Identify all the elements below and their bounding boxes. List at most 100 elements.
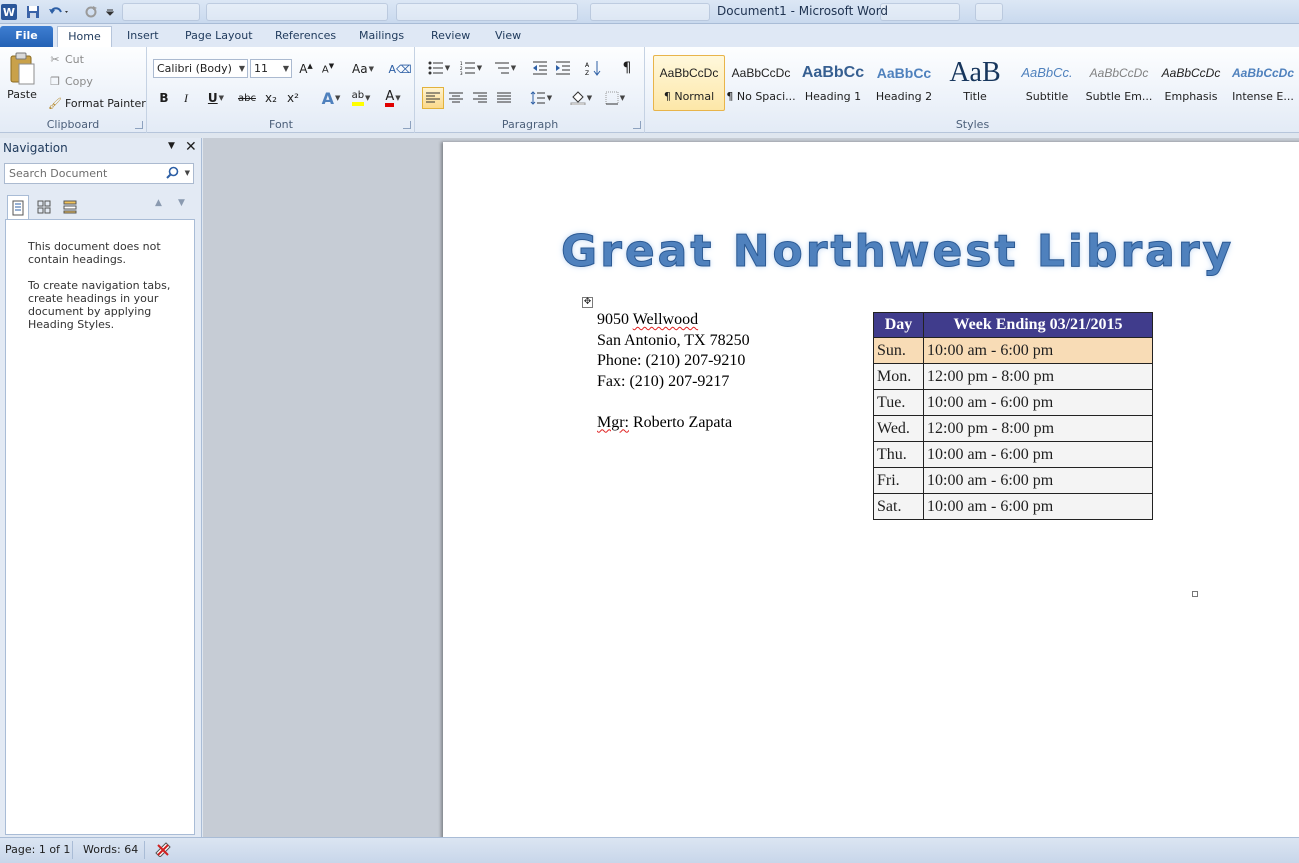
table-cell-hours[interactable]: 10:00 am - 6:00 pm — [923, 389, 1153, 416]
save-button[interactable] — [24, 3, 42, 21]
bullets-button[interactable]: ▼ — [424, 58, 454, 78]
table-header-week[interactable]: Week Ending 03/21/2015 — [923, 312, 1153, 338]
style-normal[interactable]: AaBbCcDc ¶ Normal — [653, 55, 725, 111]
align-right-button[interactable] — [470, 88, 490, 108]
style-intense-emphasis[interactable]: AaBbCcDc Intense E... — [1227, 55, 1299, 111]
word-app-icon[interactable]: W — [1, 4, 17, 20]
document-page[interactable]: Great Northwest Library ✥ 9050 Wellwood … — [443, 142, 1299, 842]
table-cell-day[interactable]: Mon. — [873, 363, 924, 390]
align-left-button[interactable] — [422, 87, 444, 109]
table-cell-day[interactable]: Sat. — [873, 493, 924, 520]
table-cell-day[interactable]: Tue. — [873, 389, 924, 416]
search-icon[interactable] — [166, 166, 179, 185]
tab-references[interactable]: References — [267, 26, 344, 47]
table-cell-hours[interactable]: 12:00 pm - 8:00 pm — [923, 415, 1153, 442]
table-cell-hours[interactable]: 10:00 am - 6:00 pm — [923, 441, 1153, 468]
grow-font-button[interactable]: A▲ — [296, 59, 316, 79]
table-cell-hours[interactable]: 10:00 am - 6:00 pm — [923, 337, 1153, 364]
align-center-button[interactable] — [446, 88, 466, 108]
table-resize-handle[interactable] — [1192, 591, 1198, 597]
page-count-status[interactable]: Page: 1 of 1 — [5, 843, 70, 856]
italic-button[interactable]: I — [176, 88, 196, 108]
browse-headings-tab[interactable] — [7, 195, 29, 219]
hours-table[interactable]: Day Week Ending 03/21/2015 Sun. 10:00 am… — [873, 312, 1153, 520]
table-cell-day[interactable]: Thu. — [873, 441, 924, 468]
previous-result-icon[interactable]: ▲ — [155, 198, 162, 208]
tab-home[interactable]: Home — [57, 26, 112, 47]
tab-mailings[interactable]: Mailings — [351, 26, 412, 47]
proofing-errors-icon[interactable] — [154, 841, 172, 860]
justify-button[interactable] — [494, 88, 514, 108]
clear-formatting-button[interactable]: A⌫ — [388, 59, 411, 79]
tab-file[interactable]: File — [0, 26, 53, 47]
shrink-font-button[interactable]: A▼ — [318, 59, 338, 79]
style-sample: AaBbCc. — [1021, 65, 1073, 80]
background-window-ghost — [122, 3, 200, 21]
borders-button[interactable]: ▼ — [600, 88, 630, 108]
search-options-dropdown-icon[interactable]: ▼ — [185, 164, 190, 183]
table-cell-day[interactable]: Wed. — [873, 415, 924, 442]
increase-indent-button[interactable] — [553, 58, 573, 78]
font-size-select[interactable]: 11 ▼ — [250, 59, 292, 78]
table-header-day[interactable]: Day — [873, 312, 924, 338]
paste-button[interactable]: Paste — [5, 52, 39, 101]
align-left-icon — [426, 92, 440, 103]
numbering-button[interactable]: 1 2 3 ▼ — [456, 58, 486, 78]
address-block[interactable]: 9050 Wellwood San Antonio, TX 78250 Phon… — [597, 310, 750, 433]
search-document-input[interactable]: Search Document ▼ — [4, 163, 194, 184]
line-spacing-button[interactable]: ▼ — [526, 88, 556, 108]
dialog-launcher-icon[interactable] — [633, 121, 641, 129]
word-count-status[interactable]: Words: 64 — [83, 843, 138, 856]
style-emphasis[interactable]: AaBbCcDc Emphasis — [1155, 55, 1227, 111]
underline-button[interactable]: U ▼ — [201, 88, 231, 108]
style-name: Heading 1 — [804, 90, 862, 103]
bold-button[interactable]: B — [154, 88, 174, 108]
cut-button[interactable]: ✂ Cut — [47, 53, 84, 66]
shading-button[interactable]: ▼ — [566, 88, 596, 108]
superscript-button[interactable]: x² — [283, 88, 303, 108]
document-title-wordart[interactable]: Great Northwest Library — [560, 226, 1234, 278]
copy-button[interactable]: ❐ Copy — [47, 75, 93, 88]
table-cell-hours[interactable]: 10:00 am - 6:00 pm — [923, 467, 1153, 494]
dialog-launcher-icon[interactable] — [135, 121, 143, 129]
multilevel-list-button[interactable]: ▼ — [490, 58, 520, 78]
redo-icon — [85, 6, 97, 18]
table-cell-hours[interactable]: 10:00 am - 6:00 pm — [923, 493, 1153, 520]
table-cell-day[interactable]: Sun. — [873, 337, 924, 364]
shrink-font-icon: A▼ — [321, 62, 335, 76]
style-heading-1[interactable]: AaBbCc Heading 1 — [797, 55, 869, 111]
style-subtitle[interactable]: AaBbCc. Subtitle — [1011, 55, 1083, 111]
close-icon[interactable]: ✕ — [185, 139, 197, 155]
font-name-select[interactable]: Calibri (Body) ▼ — [153, 59, 248, 78]
tab-page-layout[interactable]: Page Layout — [177, 26, 261, 47]
font-color-button[interactable]: A ▼ — [378, 88, 408, 108]
style-subtle-emphasis[interactable]: AaBbCcDc Subtle Em... — [1083, 55, 1155, 111]
table-cell-day[interactable]: Fri. — [873, 467, 924, 494]
svg-text:3: 3 — [460, 71, 463, 75]
format-painter-button[interactable]: 🖌 Format Painter — [47, 97, 146, 110]
tab-insert[interactable]: Insert — [119, 26, 167, 47]
dialog-launcher-icon[interactable] — [403, 121, 411, 129]
tab-review[interactable]: Review — [423, 26, 478, 47]
subscript-button[interactable]: x₂ — [261, 88, 281, 108]
change-case-button[interactable]: Aa ▼ — [348, 59, 378, 79]
decrease-indent-button[interactable] — [530, 58, 550, 78]
browse-pages-tab[interactable] — [33, 195, 55, 219]
style-no-spacing[interactable]: AaBbCcDc ¶ No Spaci... — [725, 55, 797, 111]
text-effects-button[interactable]: A ▼ — [316, 88, 346, 108]
style-title[interactable]: AaB Title — [939, 55, 1011, 111]
show-formatting-marks-button[interactable]: ¶ — [617, 58, 637, 78]
browse-results-tab[interactable] — [59, 195, 81, 219]
tab-view[interactable]: View — [487, 26, 529, 47]
nav-menu-dropdown-icon[interactable]: ▼ — [168, 141, 175, 151]
next-result-icon[interactable]: ▼ — [178, 198, 185, 208]
redo-button[interactable] — [78, 3, 104, 21]
table-cell-hours[interactable]: 12:00 pm - 8:00 pm — [923, 363, 1153, 390]
table-move-handle-icon[interactable]: ✥ — [582, 297, 593, 308]
strikethrough-button[interactable]: abc — [235, 88, 259, 108]
undo-button[interactable] — [46, 3, 72, 21]
customize-qat-icon[interactable] — [104, 3, 116, 21]
sort-button[interactable]: AZ — [583, 58, 603, 78]
style-heading-2[interactable]: AaBbCc Heading 2 — [868, 55, 940, 111]
highlight-button[interactable]: ab ▼ — [346, 88, 376, 108]
